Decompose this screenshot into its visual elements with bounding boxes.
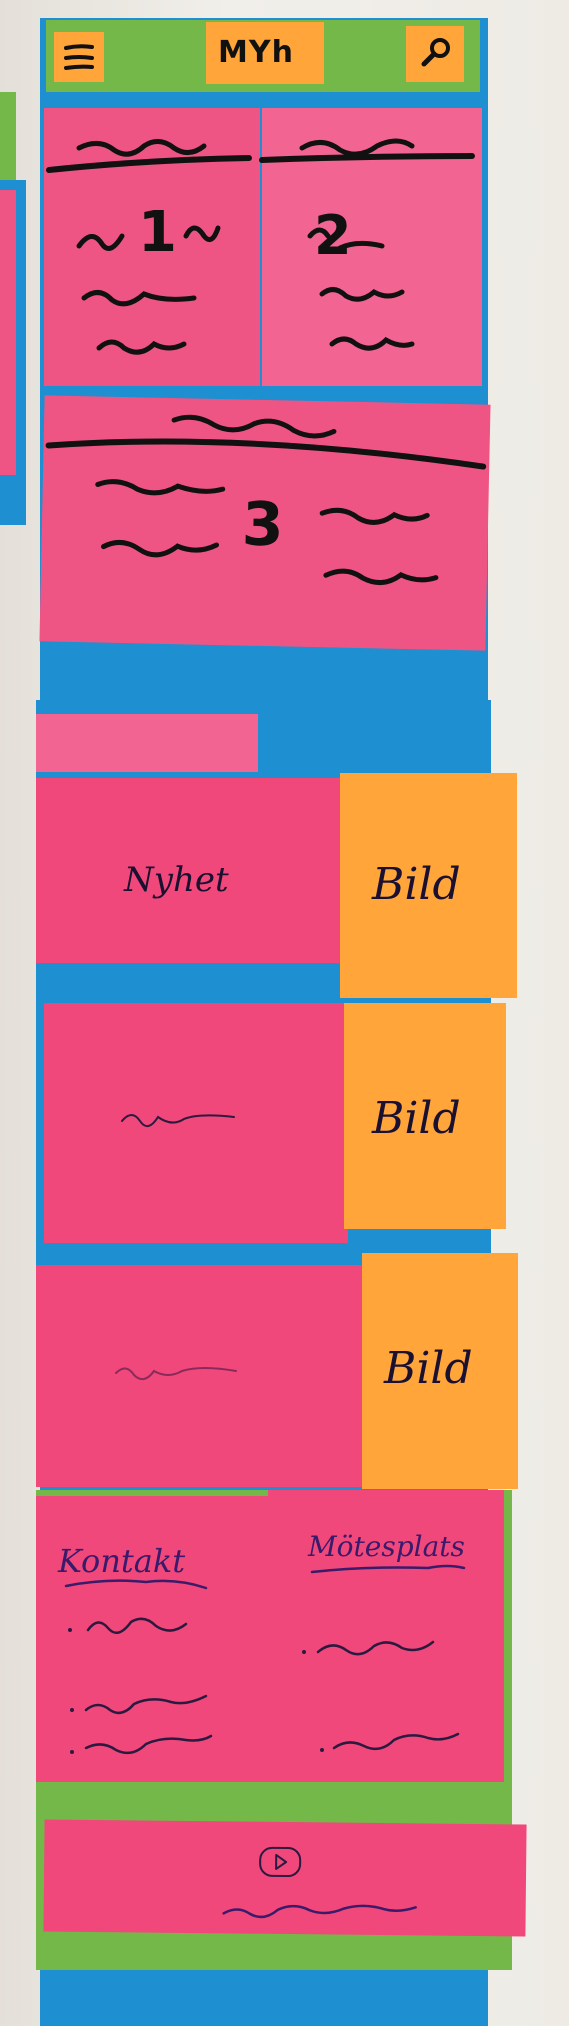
- logo-box[interactable]: MYh: [206, 22, 324, 84]
- news-1-image-label: Bild: [372, 859, 461, 910]
- news-2-scribble: [121, 1114, 235, 1128]
- footer-contact-scribbles: [64, 1579, 213, 1755]
- news-1-image[interactable]: Bild: [340, 773, 517, 998]
- news-3-image-label: Bild: [384, 1343, 473, 1394]
- footer-video-scribble: [222, 1904, 417, 1919]
- card-3-number: 3: [241, 489, 285, 561]
- bottom-blue-edge: [40, 1990, 488, 2026]
- news-item-1[interactable]: Nyhet: [36, 778, 348, 963]
- edge-green-note: [0, 92, 16, 180]
- news-1-title: Nyhet: [124, 860, 229, 900]
- news-3-image[interactable]: Bild: [362, 1253, 518, 1489]
- footer-contact[interactable]: Kontakt: [36, 1496, 268, 1782]
- sketch-board: { "header": { "logo": "MYh" }, "cards": …: [0, 0, 569, 2026]
- card-2-scribbles: [259, 138, 475, 351]
- card-1[interactable]: 1: [44, 108, 260, 386]
- news-2-image[interactable]: Bild: [344, 1003, 506, 1229]
- edge-pink-note: [0, 190, 16, 475]
- section-label-strip: [36, 714, 258, 772]
- card-2[interactable]: 2: [259, 108, 482, 386]
- menu-button[interactable]: [54, 32, 104, 82]
- search-icon: [421, 38, 450, 67]
- news-item-2[interactable]: [44, 1003, 348, 1243]
- search-button[interactable]: [406, 26, 464, 82]
- card-3[interactable]: 3: [39, 395, 491, 651]
- footer-venue[interactable]: Mötesplats: [268, 1490, 504, 1782]
- footer-venue-scribbles: [302, 1564, 466, 1752]
- footer-video-strip[interactable]: [43, 1819, 527, 1937]
- news-item-3[interactable]: [36, 1265, 362, 1487]
- card-1-number: 1: [138, 200, 177, 265]
- header-bar: MYh: [46, 20, 480, 92]
- logo-text: MYh: [218, 35, 294, 70]
- news-3-scribble: [115, 1367, 237, 1381]
- hamburger-icon: [64, 44, 94, 70]
- card-2-number: 2: [314, 204, 352, 267]
- news-2-image-label: Bild: [372, 1093, 461, 1144]
